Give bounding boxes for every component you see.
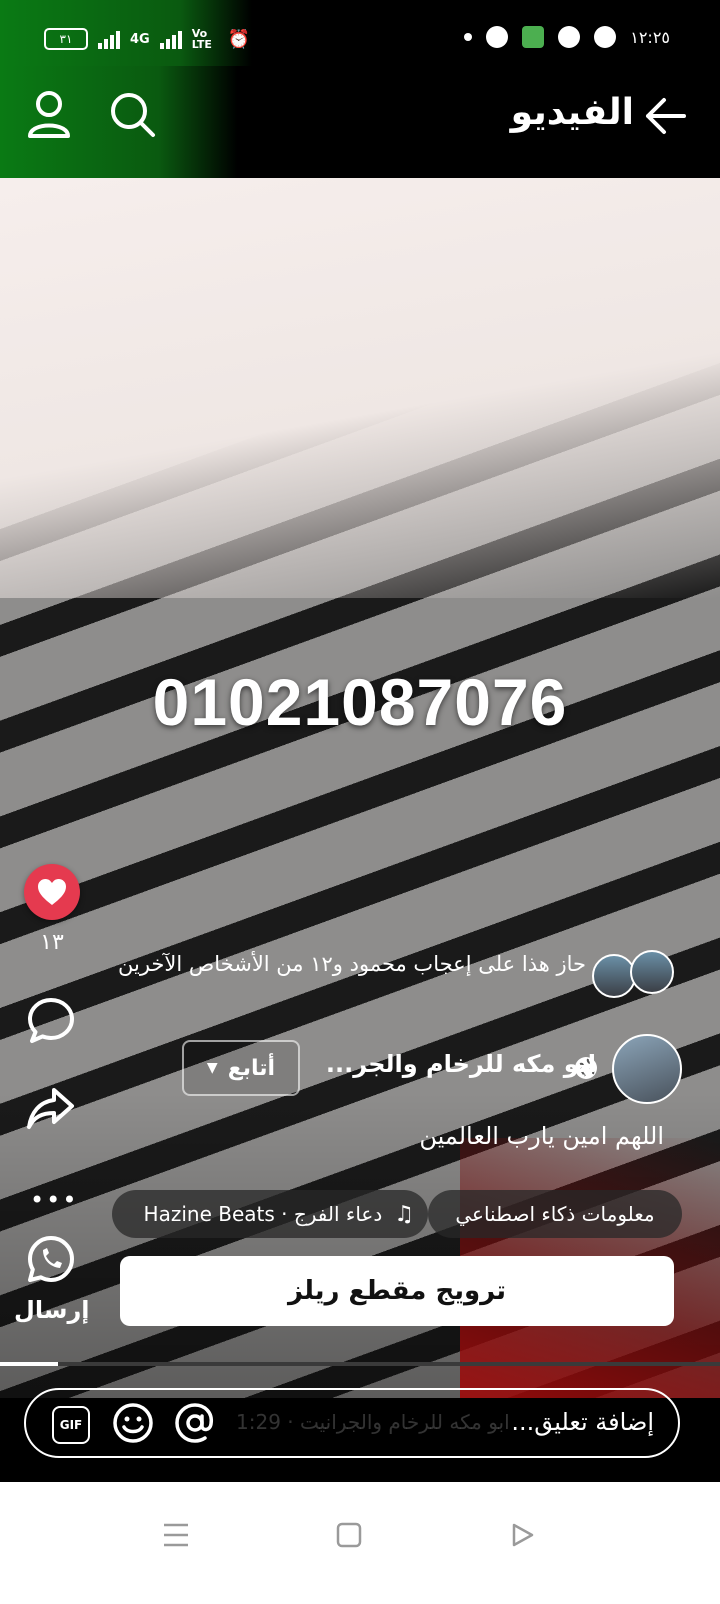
promote-reel-button[interactable]: ترويج مقطع ريلز (120, 1256, 674, 1326)
chat-icon (594, 26, 617, 48)
signal-icon (98, 29, 120, 49)
reactions-summary[interactable]: حاز هذا على إعجاب محمود و١٢ من الأشخاص ا… (66, 946, 586, 982)
status-bar: ٣١ 4G Vo LTE ⏰ ١٢:٢٥ (0, 0, 720, 66)
signal-icon-2 (159, 29, 182, 49)
home-icon[interactable] (336, 1522, 362, 1548)
follow-button[interactable]: ▼ أتابع (182, 1040, 300, 1096)
share-icon[interactable] (26, 1086, 76, 1132)
chevron-down-icon: ▼ (206, 1060, 218, 1076)
music-label: دعاء الفرج · Hazine Beats (143, 1202, 383, 1226)
comment-ghost-text: ابو مكه للرخام والجرانيت · 1:29 (236, 1410, 510, 1434)
messenger-icon (558, 26, 581, 48)
video-overlay-text: 01021087076 (152, 665, 568, 739)
comment-placeholder: إضافة تعليق... (511, 1408, 654, 1436)
notification-dot-icon (464, 33, 473, 41)
mention-icon[interactable] (174, 1402, 216, 1444)
volte-badge: Vo LTE (191, 27, 212, 51)
follow-label: أتابع (227, 1055, 276, 1081)
pinterest-icon (486, 26, 509, 48)
music-chip[interactable]: ♫ دعاء الفرج · Hazine Beats (112, 1190, 428, 1238)
system-nav-bar (0, 1482, 720, 1604)
gif-icon[interactable]: GIF (52, 1406, 90, 1444)
alarm-icon: ⏰ (227, 28, 251, 50)
recent-apps-icon[interactable] (162, 1522, 190, 1548)
like-button[interactable] (24, 864, 80, 920)
page-title: الفيديو (510, 92, 634, 133)
profile-icon[interactable] (26, 90, 72, 140)
battery-level: ٣١ (59, 32, 73, 46)
comment-input[interactable]: ابو مكه للرخام والجرانيت · 1:29 إضافة تع… (24, 1388, 680, 1458)
battery-icon: ٣١ (44, 28, 88, 50)
video-caption: اللهم امين يارب العالمين (419, 1122, 664, 1150)
avatar (630, 950, 674, 994)
search-icon[interactable] (108, 90, 158, 140)
reactor-avatars (592, 950, 678, 998)
video-progress-fill (0, 1362, 58, 1366)
back-arrow-icon[interactable] (642, 96, 686, 136)
whatsapp-icon[interactable] (26, 1234, 76, 1284)
ai-info-chip[interactable]: معلومات ذكاء اصطناعي (428, 1190, 682, 1238)
status-left: ٣١ 4G Vo LTE ⏰ (44, 28, 250, 50)
ai-info-label: معلومات ذكاء اصطناعي (455, 1202, 655, 1226)
status-right: ١٢:٢٥ (464, 26, 670, 48)
send-label[interactable]: إرسال (14, 1296, 89, 1324)
back-nav-icon[interactable] (510, 1522, 536, 1548)
video-progress-bar[interactable] (0, 1362, 720, 1366)
page-avatar[interactable] (612, 1034, 682, 1104)
comment-icon[interactable] (26, 996, 76, 1046)
emoji-icon[interactable] (112, 1402, 154, 1444)
music-note-icon: ♫ (394, 1201, 414, 1227)
more-options-icon[interactable]: ••• (30, 1186, 78, 1214)
app-notification-icon (522, 26, 545, 48)
status-time: ١٢:٢٥ (630, 27, 670, 47)
page-name[interactable]: ابو مكه للرخام والجر... (326, 1050, 596, 1078)
video-frame-wall (0, 178, 720, 598)
network-type: 4G (130, 31, 150, 47)
